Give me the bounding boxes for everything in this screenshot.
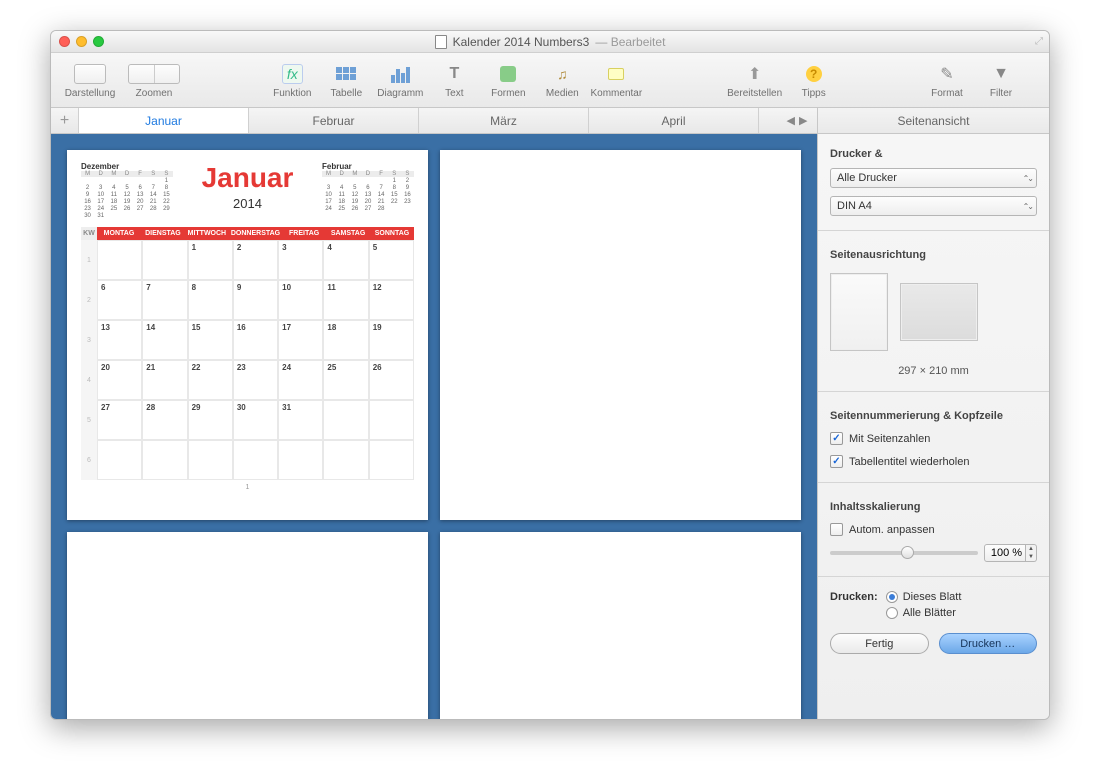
radio-all-sheets[interactable]: Alle Blätter xyxy=(886,607,962,619)
table-button[interactable]: Tabelle xyxy=(320,62,372,99)
shapes-icon xyxy=(500,66,516,82)
media-icon: ♫ xyxy=(557,66,568,82)
main-calendar: KWMONTAGDIENSTAGMITTWOCHDONNERSTAGFREITA… xyxy=(81,227,414,480)
window-title: Kalender 2014 Numbers3 — Bearbeitet xyxy=(51,35,1049,49)
format-button[interactable]: ✎ Format xyxy=(921,62,973,99)
page-1[interactable]: Dezember MDMDFSS 12345678910111213141516… xyxy=(67,150,428,520)
view-icon xyxy=(74,64,106,84)
tab-maerz[interactable]: März xyxy=(419,108,589,133)
inspector-panel: Drucker & Alle Drucker DIN A4 Seitenausr… xyxy=(817,134,1049,719)
tab-nav: ◀ ▶ xyxy=(777,108,817,133)
table-icon xyxy=(336,67,356,80)
scale-slider[interactable] xyxy=(830,551,978,555)
mini-feb-body: 1234567891011121314151617181920212223242… xyxy=(322,177,414,212)
done-button[interactable]: Fertig xyxy=(830,633,929,654)
orientation-portrait[interactable] xyxy=(830,273,888,351)
tab-januar[interactable]: Januar xyxy=(79,108,249,133)
orientation-landscape[interactable] xyxy=(900,283,978,341)
checkbox-icon xyxy=(830,432,843,445)
view-button[interactable]: Darstellung xyxy=(59,62,121,99)
stepper-down-icon[interactable]: ▼ xyxy=(1026,553,1036,561)
stepper-up-icon[interactable]: ▲ xyxy=(1026,545,1036,553)
media-button[interactable]: ♫ Medien xyxy=(536,62,588,99)
radio-icon xyxy=(886,607,898,619)
sheet-tabstrip: + Januar Februar März April ◀ ▶ Seitenan… xyxy=(51,108,1049,134)
tips-icon: ? xyxy=(806,66,822,82)
fullscreen-icon[interactable]: ⤢ xyxy=(1035,36,1043,47)
scale-stepper[interactable]: ▲▼ xyxy=(984,544,1037,562)
filter-button[interactable]: ▼ Filter xyxy=(975,62,1027,99)
print-canvas[interactable]: Dezember MDMDFSS 12345678910111213141516… xyxy=(51,134,817,719)
numbering-title: Seitennummerierung & Kopfzeile xyxy=(830,410,1037,422)
calendar-title: Januar 2014 xyxy=(202,162,294,211)
checkbox-icon xyxy=(830,455,843,468)
page-4[interactable] xyxy=(440,532,801,719)
titlebar: Kalender 2014 Numbers3 — Bearbeitet ⤢ xyxy=(51,31,1049,53)
tab-prev-icon[interactable]: ◀ xyxy=(787,114,795,127)
mini-dec-body: 1234567891011121314151617181920212223242… xyxy=(81,177,173,219)
toolbar: Darstellung Zoomen fx Funktion Tabelle D… xyxy=(51,53,1049,108)
page-number: 1 xyxy=(81,484,414,491)
comment-icon xyxy=(608,68,624,80)
orientation-dimensions: 297 × 210 mm xyxy=(830,365,1037,377)
fx-icon: fx xyxy=(282,64,303,84)
print-button[interactable]: Drucken … xyxy=(939,633,1038,654)
orientation-title: Seitenausrichtung xyxy=(830,249,1037,261)
chart-button[interactable]: Diagramm xyxy=(374,62,426,99)
title-text: Kalender 2014 Numbers3 xyxy=(453,35,590,49)
cal-body: 1123452678910111231314151617181942021222… xyxy=(81,240,414,480)
radio-icon xyxy=(886,591,898,603)
chart-icon xyxy=(391,65,410,83)
page-3[interactable] xyxy=(67,532,428,719)
title-edited: — Bearbeitet xyxy=(595,35,665,49)
page-2[interactable] xyxy=(440,150,801,520)
tips-button[interactable]: ? Tipps xyxy=(788,62,840,99)
text-icon: T xyxy=(449,65,459,83)
print-label: Drucken: xyxy=(830,591,878,603)
filter-icon: ▼ xyxy=(993,65,1009,83)
add-sheet-button[interactable]: + xyxy=(51,108,79,133)
mini-prev-month: Dezember MDMDFSS 12345678910111213141516… xyxy=(81,162,173,219)
share-button[interactable]: ⬆ Bereitstellen xyxy=(724,62,786,99)
cb-autofit-row[interactable]: Autom. anpassen xyxy=(830,523,1037,536)
brush-icon: ✎ xyxy=(940,64,953,84)
tab-april[interactable]: April xyxy=(589,108,759,133)
mini-next-month: Februar MDMDFSS 123456789101112131415161… xyxy=(322,162,414,212)
share-icon: ⬆ xyxy=(748,64,761,84)
cal-header: KWMONTAGDIENSTAGMITTWOCHDONNERSTAGFREITA… xyxy=(81,227,414,240)
content-body: Dezember MDMDFSS 12345678910111213141516… xyxy=(51,134,1049,719)
tab-next-icon[interactable]: ▶ xyxy=(799,114,807,127)
comment-button[interactable]: Kommentar xyxy=(590,62,642,99)
zoom-button[interactable]: Zoomen xyxy=(123,62,185,99)
printer-section-title: Drucker & xyxy=(830,148,1037,160)
tab-februar[interactable]: Februar xyxy=(249,108,419,133)
cb-repeat-titles-row[interactable]: Tabellentitel wiederholen xyxy=(830,455,1037,468)
document-icon xyxy=(435,35,447,49)
text-button[interactable]: T Text xyxy=(428,62,480,99)
radio-this-sheet[interactable]: Dieses Blatt xyxy=(886,591,962,603)
paper-select[interactable]: DIN A4 xyxy=(830,196,1037,216)
scaling-title: Inhaltsskalierung xyxy=(830,501,1037,513)
zoom-segment-icon xyxy=(128,64,180,84)
function-button[interactable]: fx Funktion xyxy=(266,62,318,99)
inspector-title: Seitenansicht xyxy=(817,108,1049,133)
checkbox-icon xyxy=(830,523,843,536)
cb-pagenumbers-row[interactable]: Mit Seitenzahlen xyxy=(830,432,1037,445)
app-window: Kalender 2014 Numbers3 — Bearbeitet ⤢ Da… xyxy=(50,30,1050,720)
shapes-button[interactable]: Formen xyxy=(482,62,534,99)
scale-input[interactable] xyxy=(984,544,1026,562)
printer-select[interactable]: Alle Drucker xyxy=(830,168,1037,188)
